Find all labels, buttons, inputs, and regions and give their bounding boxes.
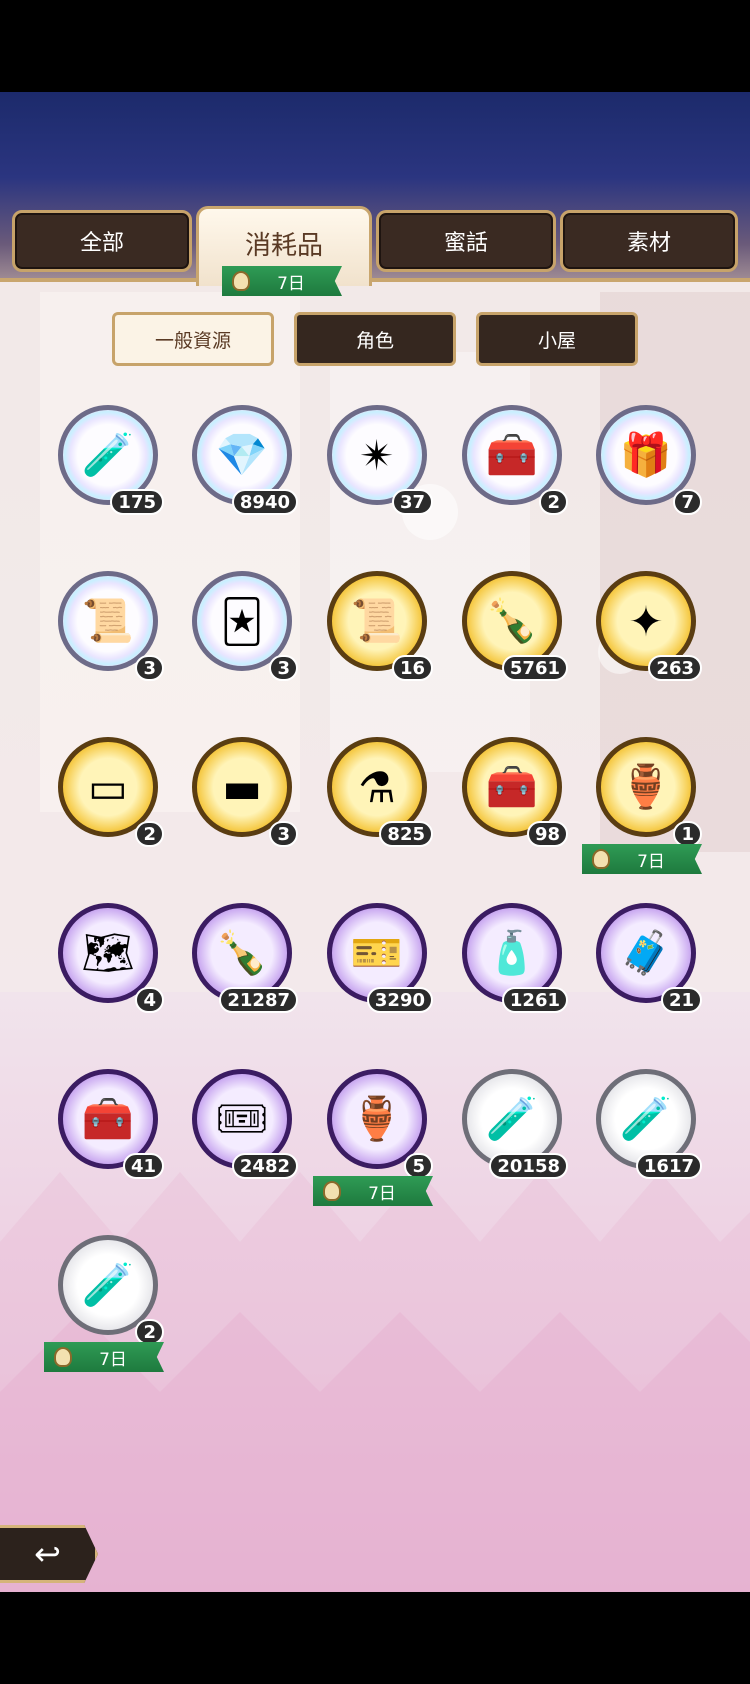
- inventory-item[interactable]: 🍾 5761: [462, 571, 568, 681]
- inventory-item[interactable]: ⚗ 825: [327, 737, 433, 847]
- tab-label: 消耗品: [244, 231, 323, 261]
- inventory-item[interactable]: 🧰 41: [58, 1069, 164, 1179]
- item-count: 21: [660, 987, 702, 1013]
- inventory-item[interactable]: ✴ 37: [327, 405, 433, 515]
- timer-text: 7日: [99, 1349, 127, 1370]
- timer-text: 7日: [637, 851, 665, 872]
- item-count: 4: [135, 987, 164, 1013]
- item-timer-badge: 7日: [44, 1342, 164, 1372]
- subtab-label: 角色: [355, 329, 394, 352]
- subtab-cabin[interactable]: 小屋: [476, 312, 638, 366]
- item-count: 3: [269, 655, 298, 681]
- hourglass-icon: [54, 1347, 72, 1367]
- item-count: 98: [526, 821, 568, 847]
- item-count: 2482: [231, 1153, 298, 1179]
- item-timer-badge: 7日: [582, 844, 702, 874]
- inventory-item[interactable]: 🧰 2: [462, 405, 568, 515]
- tab-label: 全部: [79, 231, 124, 256]
- timer-text: 7日: [368, 1183, 396, 1204]
- item-count: 1617: [635, 1153, 702, 1179]
- inventory-item[interactable]: 📜 3: [58, 571, 164, 681]
- subtab-character[interactable]: 角色: [294, 312, 456, 366]
- item-count: 37: [391, 489, 433, 515]
- item-count: 3290: [366, 987, 433, 1013]
- inventory-item[interactable]: 🏺 5: [327, 1069, 433, 1179]
- tab-timer-badge: 7日: [222, 266, 342, 296]
- item-count: 1261: [501, 987, 568, 1013]
- back-arrow-icon: ↩: [34, 1535, 61, 1573]
- inventory-item[interactable]: 📜 16: [327, 571, 433, 681]
- inventory-item[interactable]: 🧪 1617: [596, 1069, 702, 1179]
- item-count: 21287: [219, 987, 298, 1013]
- inventory-item[interactable]: 🃏 3: [192, 571, 298, 681]
- item-count: 175: [110, 489, 164, 515]
- item-count: 2: [135, 821, 164, 847]
- inventory-item[interactable]: 🎟 2482: [192, 1069, 298, 1179]
- item-count: 2: [135, 1319, 164, 1345]
- inventory-item[interactable]: 🗺 4: [58, 903, 164, 1013]
- inventory-item[interactable]: 🧪 175: [58, 405, 164, 515]
- tab-materials[interactable]: 素材: [560, 210, 738, 272]
- inventory-item[interactable]: 🧳 21: [596, 903, 702, 1013]
- inventory-item[interactable]: 🧴 1261: [462, 903, 568, 1013]
- inventory-item[interactable]: ▭ 2: [58, 737, 164, 847]
- item-count: 263: [648, 655, 702, 681]
- inventory-item[interactable]: 💎 8940: [192, 405, 298, 515]
- item-count: 825: [379, 821, 433, 847]
- item-count: 3: [135, 655, 164, 681]
- item-count: 1: [673, 821, 702, 847]
- item-count: 20158: [489, 1153, 568, 1179]
- navigation-bar: [0, 1592, 750, 1684]
- back-button[interactable]: ↩: [0, 1525, 98, 1583]
- subtab-label: 小屋: [537, 329, 576, 352]
- item-count: 3: [269, 821, 298, 847]
- inventory-item[interactable]: 🎫 3290: [327, 903, 433, 1013]
- inventory-item[interactable]: 🎁 7: [596, 405, 702, 515]
- inventory-item[interactable]: 🧪 20158: [462, 1069, 568, 1179]
- item-count: 41: [122, 1153, 164, 1179]
- tab-label: 蜜話: [443, 231, 488, 256]
- item-count: 5: [404, 1153, 433, 1179]
- inventory-item[interactable]: 🧰 98: [462, 737, 568, 847]
- inventory-item[interactable]: 🏺 1: [596, 737, 702, 847]
- item-count: 2: [539, 489, 568, 515]
- subtab-general-resources[interactable]: 一般資源: [112, 312, 274, 366]
- subtab-label: 一般資源: [154, 329, 231, 352]
- tab-divider: [0, 278, 750, 282]
- inventory-item[interactable]: 🧪 2: [58, 1235, 164, 1345]
- item-count: 8940: [231, 489, 298, 515]
- tab-gifts[interactable]: 蜜話: [376, 210, 556, 272]
- item-count: 7: [673, 489, 702, 515]
- hourglass-icon: [232, 271, 250, 291]
- item-count: 5761: [501, 655, 568, 681]
- hourglass-icon: [323, 1181, 341, 1201]
- inventory-item[interactable]: ✦ 263: [596, 571, 702, 681]
- timer-text: 7日: [277, 273, 305, 294]
- item-timer-badge: 7日: [313, 1176, 433, 1206]
- inventory-item[interactable]: 🍾 21287: [192, 903, 298, 1013]
- tab-label: 素材: [626, 231, 671, 256]
- item-count: 16: [391, 655, 433, 681]
- hourglass-icon: [592, 849, 610, 869]
- tab-all[interactable]: 全部: [12, 210, 192, 272]
- inventory-item[interactable]: ▬ 3: [192, 737, 298, 847]
- status-bar: [0, 0, 750, 92]
